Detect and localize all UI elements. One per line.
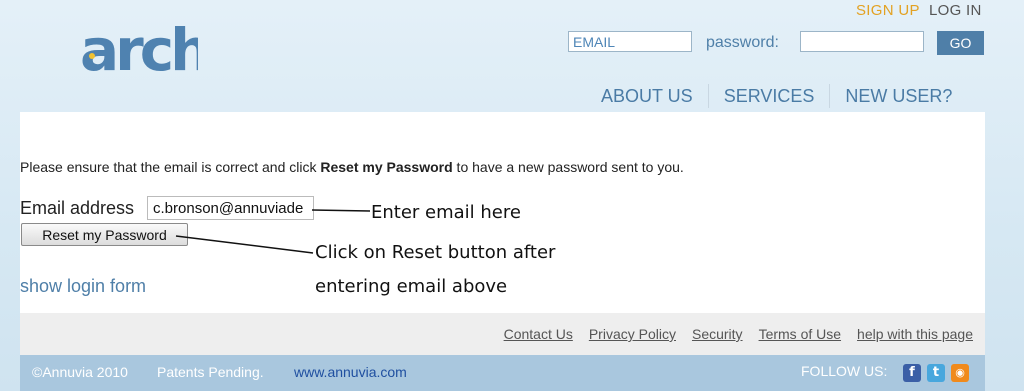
patents-text: Patents Pending.: [157, 364, 264, 380]
twitter-icon[interactable]: t: [927, 364, 945, 382]
contact-us-link[interactable]: Contact Us: [504, 326, 573, 342]
password-label: password:: [706, 34, 779, 51]
instructions-text: Please ensure that the email is correct …: [20, 159, 321, 175]
login-password-input[interactable]: [800, 31, 924, 52]
log-in-link[interactable]: LOG IN: [929, 2, 982, 19]
website-link[interactable]: www.annuvia.com: [294, 364, 407, 380]
button-annotation-line1: Click on Reset button after: [315, 242, 556, 263]
svg-text:arch: arch: [80, 16, 198, 82]
help-link[interactable]: help with this page: [857, 326, 973, 342]
reset-password-button[interactable]: Reset my Password: [21, 223, 188, 246]
email-annotation: Enter email here: [371, 202, 521, 223]
footer-links: Contact Us Privacy Policy Security Terms…: [20, 313, 985, 355]
show-login-form-link[interactable]: show login form: [20, 276, 146, 297]
rss-icon[interactable]: ◉: [951, 364, 969, 382]
footer-bar: ©Annuvia 2010 Patents Pending. www.annuv…: [20, 355, 985, 391]
nav-new-user[interactable]: NEW USER?: [830, 84, 967, 108]
instructions-text-end: to have a new password sent to you.: [452, 159, 684, 175]
follow-us-label: FOLLOW US:: [801, 363, 888, 379]
login-email-input[interactable]: [568, 31, 692, 52]
privacy-policy-link[interactable]: Privacy Policy: [589, 326, 676, 342]
main-nav: ABOUT US SERVICES NEW USER?: [586, 84, 967, 108]
sign-up-link[interactable]: SIGN UP: [856, 2, 920, 19]
button-annotation-line2: entering email above: [315, 276, 508, 297]
reset-email-input[interactable]: [147, 196, 314, 220]
terms-of-use-link[interactable]: Terms of Use: [759, 326, 841, 342]
go-button[interactable]: GO: [937, 31, 984, 55]
arch-logo[interactable]: arch: [78, 10, 198, 82]
security-link[interactable]: Security: [692, 326, 743, 342]
instructions-emphasis: Reset my Password: [320, 159, 453, 175]
reset-instructions: Please ensure that the email is correct …: [20, 159, 684, 175]
header: arch SIGN UP LOG IN password: GO ABOUT U…: [0, 0, 1024, 112]
email-address-label: Email address: [20, 198, 135, 218]
nav-about-us[interactable]: ABOUT US: [586, 84, 708, 108]
nav-services[interactable]: SERVICES: [709, 84, 830, 108]
copyright-text: ©Annuvia 2010: [32, 364, 128, 380]
facebook-icon[interactable]: f: [903, 364, 921, 382]
